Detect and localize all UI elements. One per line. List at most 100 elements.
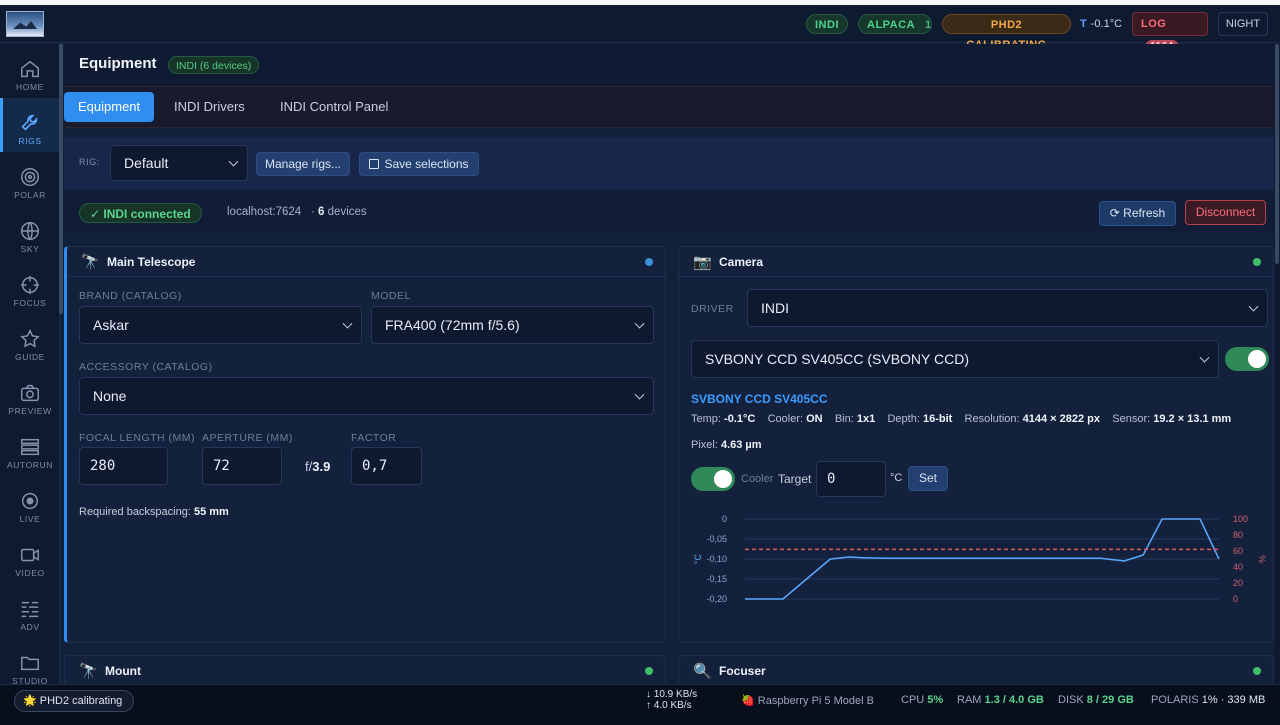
y-right-tick-label: 40 [1233,562,1243,572]
factor-label: FACTOR [351,432,397,444]
rig-select[interactable]: Default [110,145,248,181]
device-count-suffix: devices [327,206,367,218]
connection-status-label: INDI connected [103,207,191,221]
camera-info-line: Temp: -0.1°C Cooler: ON Bin: 1x1 Depth: … [691,413,1231,425]
nav-label: LIVE [19,514,41,524]
nav-rigs[interactable]: RIGS [0,98,60,152]
nav-focus[interactable]: FOCUS [0,260,60,314]
nav-home[interactable]: HOME [0,44,60,98]
camera-device-select[interactable]: SVBONY CCD SV405CC (SVBONY CCD) [691,340,1219,378]
main-content: Equipment INDI (6 devices) Equipment IND… [64,44,1274,695]
sun-icon: 🌟 [23,695,40,707]
y-right-tick-label: 60 [1233,546,1243,556]
chevron-down-icon [228,156,239,167]
disconnect-button[interactable]: Disconnect [1185,200,1266,225]
camera-icon [19,382,41,404]
y-axis-label: °C [693,553,703,564]
accessory-select[interactable]: None [79,377,654,415]
polaris-label: POLARIS [1151,694,1199,706]
indi-status-pill[interactable]: INDI [806,14,848,34]
tab-equipment[interactable]: Equipment [64,92,155,122]
upload-rate-value: 4.0 KB/s [653,700,692,711]
temp-label: Temp: [691,413,721,425]
cpu-usage: CPU 5% [901,694,943,706]
target-temp-input[interactable]: 0 [816,461,886,497]
disk-label: DISK [1058,694,1084,706]
brand-select[interactable]: Askar [79,306,362,344]
top-bar: INDI ALPACA 1 PHD2 CALIBRATING T-0.1°C LO… [0,5,1280,54]
nav-polar[interactable]: POLAR [0,152,60,206]
driver-select[interactable]: INDI [747,289,1268,327]
nav-adv[interactable]: ADV [0,584,60,638]
target-icon [19,166,41,188]
tab-indi-control-panel[interactable]: INDI Control Panel [266,92,402,122]
pixel-value: 4.63 µm [720,439,762,451]
status-dot [1253,667,1261,675]
download-rate: ↓ 10.9 KB/s [646,689,697,700]
y-right-tick-label: 20 [1233,578,1243,588]
manage-rigs-button[interactable]: Manage rigs... [256,152,350,176]
alpaca-label: ALPACA [867,19,916,31]
y-right-tick-label: 80 [1233,530,1243,540]
nav-sky[interactable]: SKY [0,206,60,260]
phd2-status-chip[interactable]: 🌟 PHD2 calibrating [14,690,134,712]
log-label: LOG [1141,18,1167,30]
alpaca-status-pill[interactable]: ALPACA 1 [858,14,932,34]
check-icon: ✓ [90,207,104,221]
depth-value: 16-bit [922,413,953,425]
tab-indi-drivers[interactable]: INDI Drivers [160,92,259,122]
device-count-badge: INDI (6 devices) [168,56,260,74]
bin-label: Bin: [834,413,854,425]
y-right-tick-label: 0 [1233,594,1238,604]
night-mode-button[interactable]: NIGHT [1218,12,1268,36]
bin-value: 1x1 [856,413,876,425]
nav-label: HOME [16,82,44,92]
status-dot [645,667,653,675]
telescope-icon: 🔭 [81,254,100,271]
nav-autorun[interactable]: AUTORUN [0,422,60,476]
factor-input[interactable]: 0,7 [351,447,422,485]
sensor-value: 19.2 × 13.1 mm [1153,413,1232,425]
connection-bar: ✓ INDI connected localhost:7624 · 6 devi… [64,193,1274,233]
nav-preview[interactable]: PREVIEW [0,368,60,422]
upload-rate: ↑ 4.0 KB/s [646,700,697,711]
camera-icon: 📷 [693,254,712,271]
phd2-status-pill[interactable]: PHD2 CALIBRATING [942,14,1071,51]
nav-label: RIGS [18,136,42,146]
focal-length-input[interactable]: 280 [79,447,168,485]
backspacing-value: 55 mm [193,506,229,518]
accessory-select-value: None [93,388,127,404]
nav-live[interactable]: LIVE [0,476,60,530]
phd2-status-label: PHD2 calibrating [39,695,123,707]
home-icon [19,58,41,80]
nav-label: AUTORUN [6,460,54,470]
nav-video[interactable]: VIDEO [0,530,60,584]
y-tick-label: -0,20 [706,594,727,604]
chevron-down-icon [1199,352,1210,363]
cooler-toggle[interactable] [691,467,735,491]
nav-guide[interactable]: GUIDE [0,314,60,368]
driver-select-value: INDI [761,300,789,316]
download-rate-value: 10.9 KB/s [653,689,698,700]
nav-studio[interactable]: STUDIO [0,638,60,684]
sidebar: HOME RIGS POLAR SKY FOCUS GUIDE PREVIEW … [0,44,60,684]
main-scrollbar[interactable] [1274,44,1280,684]
camera-card-header: 📷 Camera [679,247,1273,277]
chevron-down-icon [342,318,353,329]
alpaca-count: 1 [925,19,932,31]
chevron-down-icon [1248,301,1259,312]
camera-connect-toggle[interactable] [1225,347,1269,371]
nav-label: POLAR [14,190,46,200]
sidebar-scrollbar[interactable] [59,44,63,314]
refresh-button[interactable]: ⟳ Refresh [1099,201,1176,226]
ram-label: RAM [957,694,982,706]
set-target-button[interactable]: Set [908,466,948,491]
nav-label: ADV [20,622,40,632]
log-button[interactable]: LOG1164 [1132,12,1208,54]
y-right-tick-label: 100 [1233,514,1248,524]
aperture-input[interactable]: 72 [202,447,282,485]
model-select[interactable]: FRA400 (72mm f/5.6) [371,306,654,344]
save-selections-button[interactable]: Save selections [359,152,479,176]
target-unit: °C [890,472,903,484]
app-logo[interactable] [6,11,44,37]
